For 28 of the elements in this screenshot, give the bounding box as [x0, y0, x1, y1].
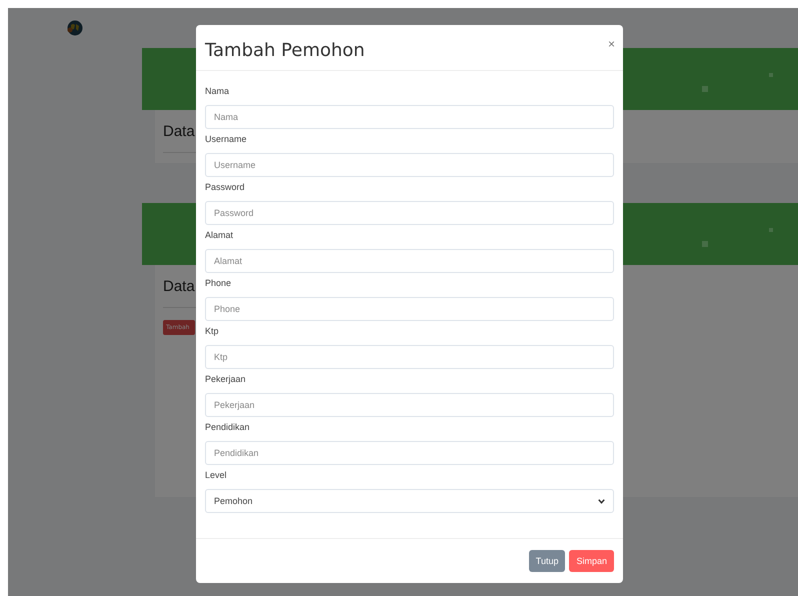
field-label: Ktp [205, 325, 220, 337]
input-field[interactable]: Password [205, 201, 614, 225]
field-label: Nama [205, 85, 230, 97]
field-label: Level [205, 469, 228, 481]
card-title: Data [163, 122, 195, 142]
close-button[interactable]: × [608, 37, 615, 51]
field-label: Username [205, 133, 248, 145]
tile-icon [702, 86, 708, 92]
field-label: Password [205, 181, 246, 193]
modal-title: Tambah Pemohon [205, 40, 365, 61]
close-button[interactable]: Tutup [528, 550, 566, 572]
input-field[interactable]: Pendidikan [205, 441, 614, 465]
field-label: Alamat [205, 229, 234, 241]
input-field[interactable]: Alamat [205, 249, 614, 273]
field-label: Pendidikan [205, 421, 251, 433]
select-field[interactable]: Pemohon [205, 489, 614, 513]
input-field[interactable]: Ktp [205, 345, 614, 369]
input-field[interactable]: Nama [205, 105, 614, 129]
input-field[interactable]: Phone [205, 297, 614, 321]
card-title: Data [163, 277, 195, 297]
chevron-icon [598, 498, 605, 504]
input-field[interactable]: Username [205, 153, 614, 177]
logo-icon [67, 20, 83, 36]
field-label: Phone [205, 277, 232, 289]
save-button[interactable]: Simpan [569, 550, 614, 572]
field-label: Pekerjaan [205, 373, 247, 385]
tile-icon [702, 241, 708, 247]
input-field[interactable]: Pekerjaan [205, 393, 614, 417]
